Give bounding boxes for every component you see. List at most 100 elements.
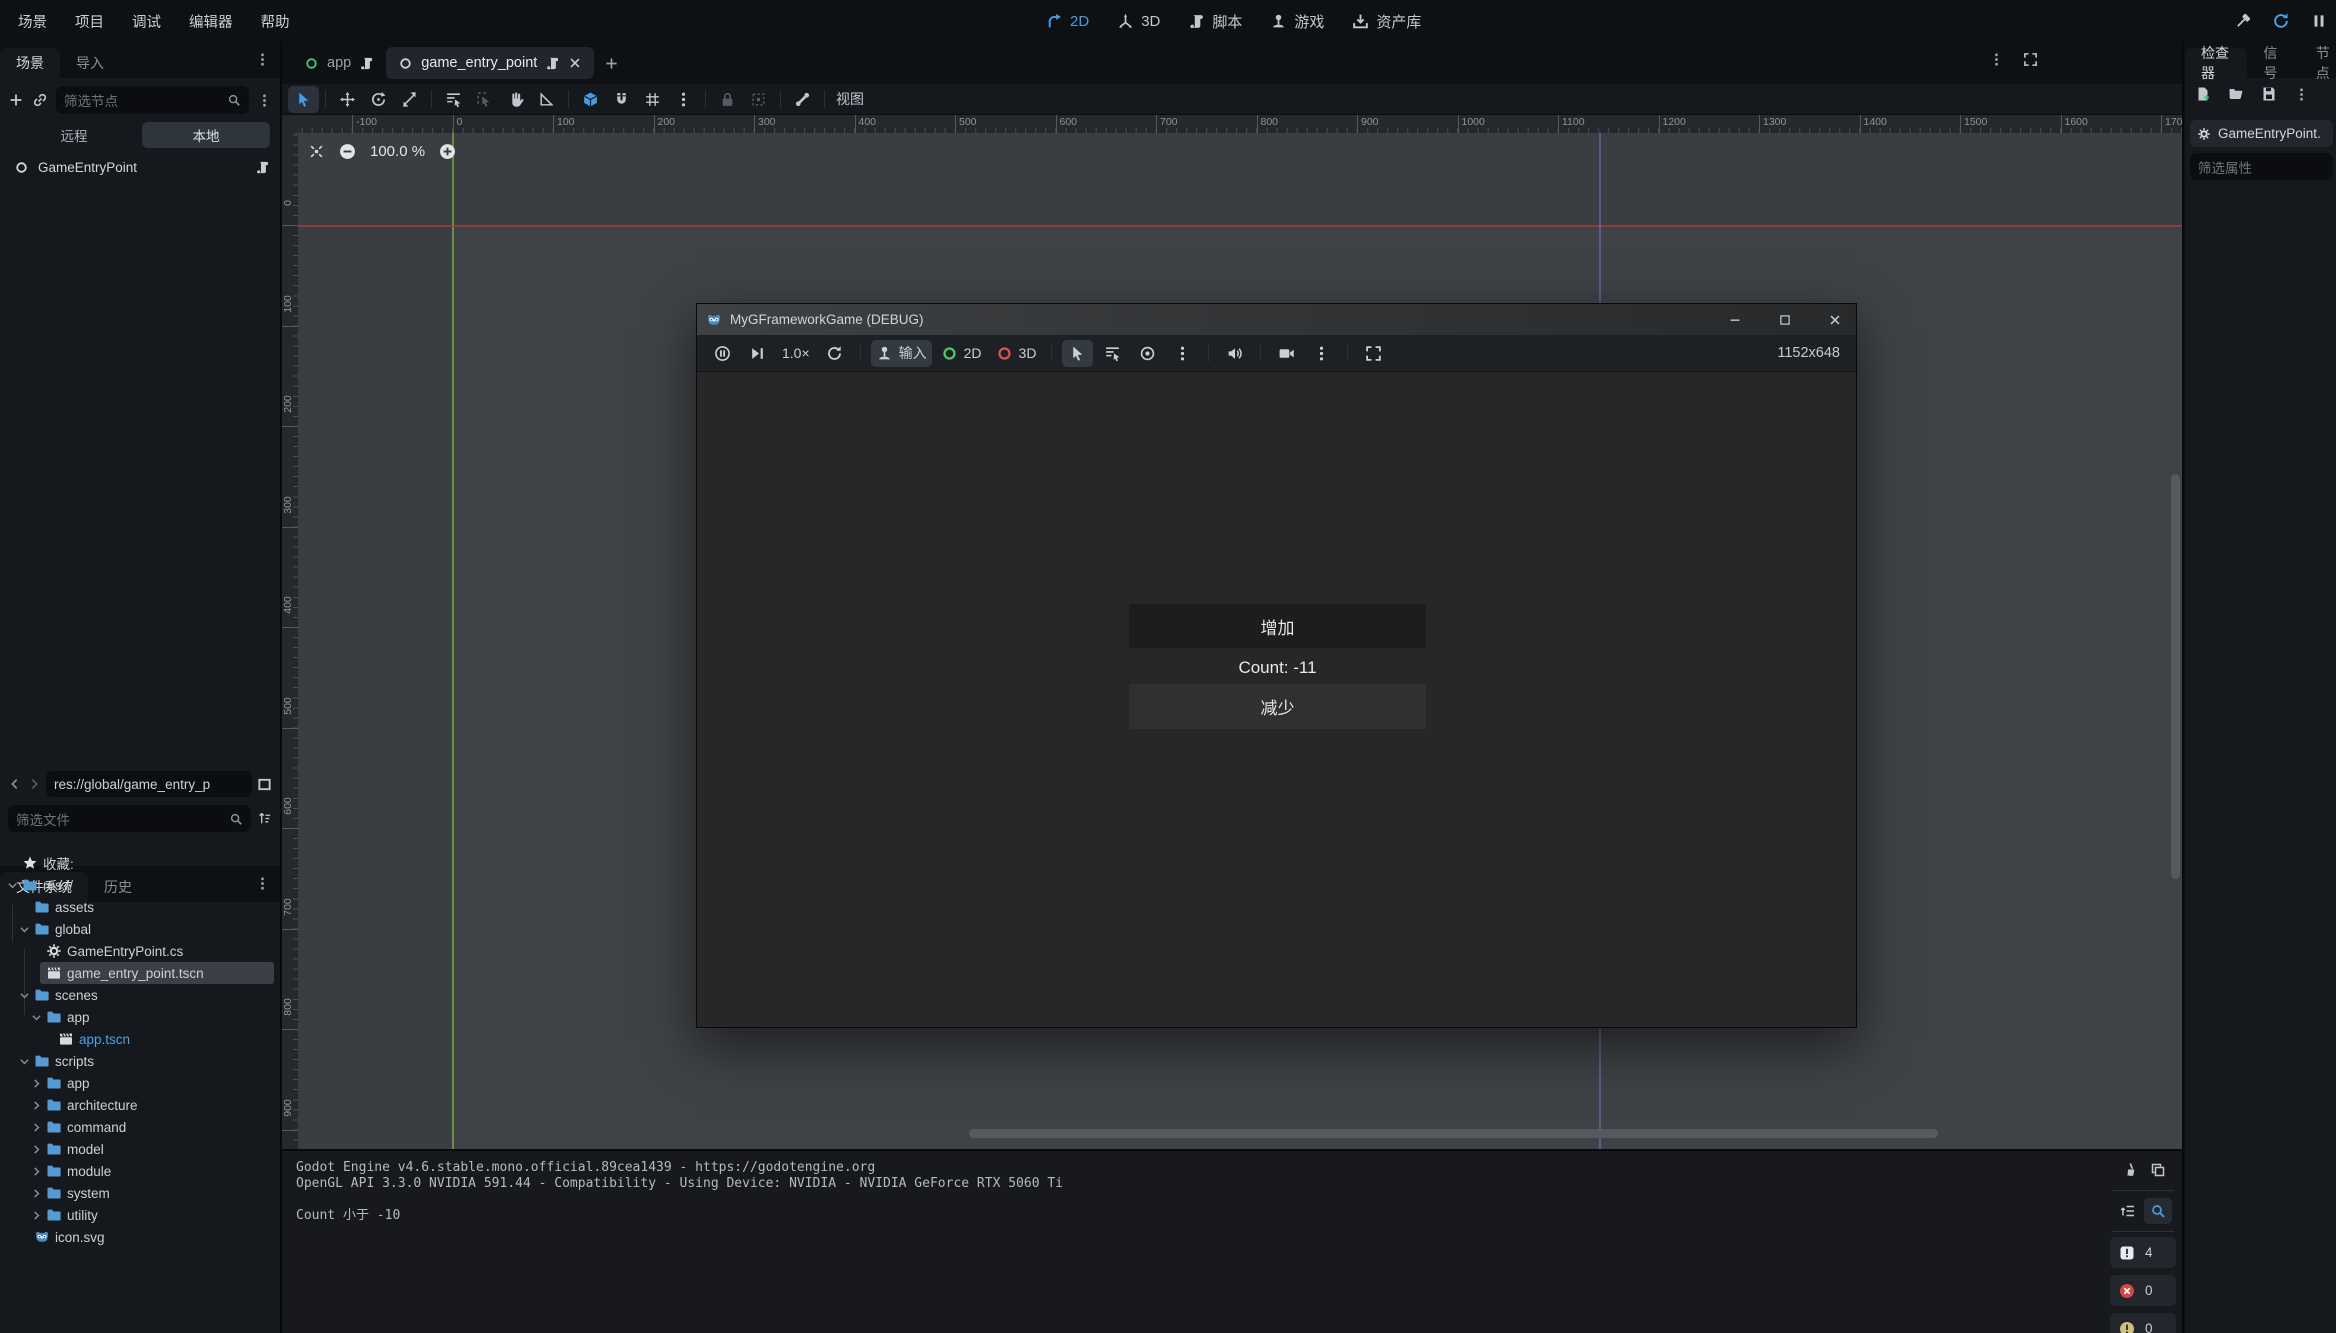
vertical-scrollbar[interactable] <box>2171 474 2180 879</box>
collapse-tree-button[interactable] <box>2114 1198 2142 1224</box>
file-tree-item[interactable]: assets <box>0 896 280 918</box>
filter-properties-input[interactable]: 筛选属性 <box>2190 153 2333 180</box>
speed-multiplier[interactable]: 1.0× <box>777 340 815 367</box>
pick-tool-button[interactable] <box>1062 340 1093 367</box>
fullscreen-button[interactable] <box>1358 340 1389 367</box>
horizontal-scrollbar[interactable] <box>969 1129 1938 1138</box>
menu-4[interactable]: 帮助 <box>247 0 304 42</box>
pause-icon[interactable] <box>2310 12 2328 30</box>
load-resource-icon[interactable] <box>2228 86 2244 102</box>
sort-files-icon[interactable] <box>257 811 272 826</box>
file-tree-item[interactable]: system <box>0 1182 280 1204</box>
click-select-tool[interactable] <box>469 86 500 113</box>
select-list-tool[interactable] <box>438 86 469 113</box>
chevron-right-icon[interactable] <box>30 1099 43 1112</box>
context-tab-资产库[interactable]: 资产库 <box>1352 11 1421 32</box>
file-tree-item[interactable]: res:// <box>0 874 280 896</box>
reload-project-icon[interactable] <box>2272 12 2290 30</box>
split-dock-icon[interactable] <box>257 777 272 792</box>
inspected-node-row[interactable]: GameEntryPoint. <box>2190 120 2333 147</box>
chevron-right-icon[interactable] <box>30 1209 43 1222</box>
snap-options-menu[interactable] <box>668 86 699 113</box>
file-tree-item[interactable]: architecture <box>0 1094 280 1116</box>
pan-tool[interactable] <box>500 86 531 113</box>
distraction-free-icon[interactable] <box>2023 52 2038 67</box>
zoom-out-button[interactable] <box>339 143 356 160</box>
filter-files-input[interactable]: 筛选文件 <box>8 805 251 832</box>
restart-game-button[interactable] <box>819 340 850 367</box>
inspector-menu-icon[interactable] <box>2294 87 2309 102</box>
tab-node[interactable]: 节点 <box>2300 48 2336 78</box>
file-tree-item[interactable]: GameEntryPoint.cs <box>0 940 280 962</box>
filter-nodes-input[interactable]: 筛选节点 <box>56 86 249 114</box>
warnings-badge[interactable]: 0 <box>2110 1313 2176 1333</box>
rotate-tool[interactable] <box>363 86 394 113</box>
file-tree-item[interactable]: game_entry_point.tscn <box>0 962 280 984</box>
skeleton-options-button[interactable] <box>787 86 818 113</box>
right-dock-divider[interactable] <box>2182 42 2184 1333</box>
file-tree-item[interactable]: utility <box>0 1204 280 1226</box>
grid-visibility-toggle[interactable] <box>637 86 668 113</box>
select-tool[interactable] <box>288 86 319 113</box>
chevron-down-icon[interactable] <box>18 989 31 1002</box>
camera-options-menu[interactable] <box>1306 340 1337 367</box>
path-input[interactable]: res://global/game_entry_p <box>46 771 252 797</box>
tab-inspector[interactable]: 检查器 <box>2185 48 2247 78</box>
script-icon[interactable] <box>359 56 374 71</box>
new-resource-icon[interactable] <box>2195 86 2211 102</box>
new-scene-tab-button[interactable] <box>604 56 619 71</box>
camera-override-button[interactable] <box>1271 340 1302 367</box>
move-tool[interactable] <box>332 86 363 113</box>
lock-selected-button[interactable] <box>712 86 743 113</box>
errors-badge[interactable]: 0 <box>2110 1275 2176 1306</box>
chevron-right-icon[interactable] <box>30 1143 43 1156</box>
mode-2d-button[interactable]: 2D <box>936 340 987 367</box>
file-tree-item[interactable]: 收藏: <box>0 852 280 874</box>
file-tree-item[interactable]: icon.svg <box>0 1226 280 1248</box>
file-tree-item[interactable]: app.tscn <box>0 1028 280 1050</box>
messages-badge[interactable]: 4 <box>2110 1237 2176 1268</box>
search-output-button[interactable] <box>2144 1198 2172 1224</box>
context-tab-2D[interactable]: 2D <box>1046 13 1089 30</box>
picking-toggle[interactable] <box>1132 340 1163 367</box>
mute-audio-button[interactable] <box>1219 340 1250 367</box>
group-selected-button[interactable] <box>743 86 774 113</box>
clear-output-button[interactable] <box>2114 1157 2142 1183</box>
file-tree-item[interactable]: scripts <box>0 1050 280 1072</box>
close-icon[interactable] <box>568 56 582 70</box>
file-tree-item[interactable]: global <box>0 918 280 940</box>
next-frame-button[interactable] <box>742 340 773 367</box>
scene-tab-app[interactable]: app <box>292 47 386 79</box>
select-list-button[interactable] <box>1097 340 1128 367</box>
save-resource-icon[interactable] <box>2261 86 2277 102</box>
zoom-level-label[interactable]: 100.0 % <box>370 143 425 160</box>
suspend-button[interactable] <box>707 340 738 367</box>
chevron-down-icon[interactable] <box>30 1011 43 1024</box>
input-mode-button[interactable]: 输入 <box>871 340 932 367</box>
bottom-panel-divider[interactable] <box>282 1149 2182 1151</box>
zoom-in-button[interactable] <box>439 143 456 160</box>
add-node-button[interactable] <box>8 92 24 108</box>
copy-output-button[interactable] <box>2144 1157 2172 1183</box>
mode-3d-button[interactable]: 3D <box>991 340 1042 367</box>
chevron-right-icon[interactable] <box>30 1121 43 1134</box>
context-tab-游戏[interactable]: 游戏 <box>1270 11 1324 32</box>
minimize-icon[interactable] <box>1714 304 1756 335</box>
smart-snap-toggle[interactable] <box>575 86 606 113</box>
close-icon[interactable] <box>1814 304 1856 335</box>
file-tree-item[interactable]: model <box>0 1138 280 1160</box>
chevron-right-icon[interactable] <box>30 1165 43 1178</box>
scene-tree-menu-icon[interactable] <box>257 93 272 108</box>
view-menu-button[interactable]: 视图 <box>831 86 869 113</box>
editor-layout-menu-icon[interactable] <box>1989 52 2004 67</box>
menu-2[interactable]: 调试 <box>118 0 175 42</box>
local-tab[interactable]: 本地 <box>142 122 270 148</box>
pick-options-menu[interactable] <box>1167 340 1198 367</box>
forward-icon[interactable] <box>27 777 41 791</box>
measure-tool[interactable] <box>531 86 562 113</box>
context-tab-3D[interactable]: 3D <box>1117 13 1160 30</box>
back-icon[interactable] <box>8 777 22 791</box>
scene-tab-game_entry_point[interactable]: game_entry_point <box>386 47 594 79</box>
tab-scene[interactable]: 场景 <box>0 48 60 78</box>
tab-import[interactable]: 导入 <box>60 48 120 78</box>
